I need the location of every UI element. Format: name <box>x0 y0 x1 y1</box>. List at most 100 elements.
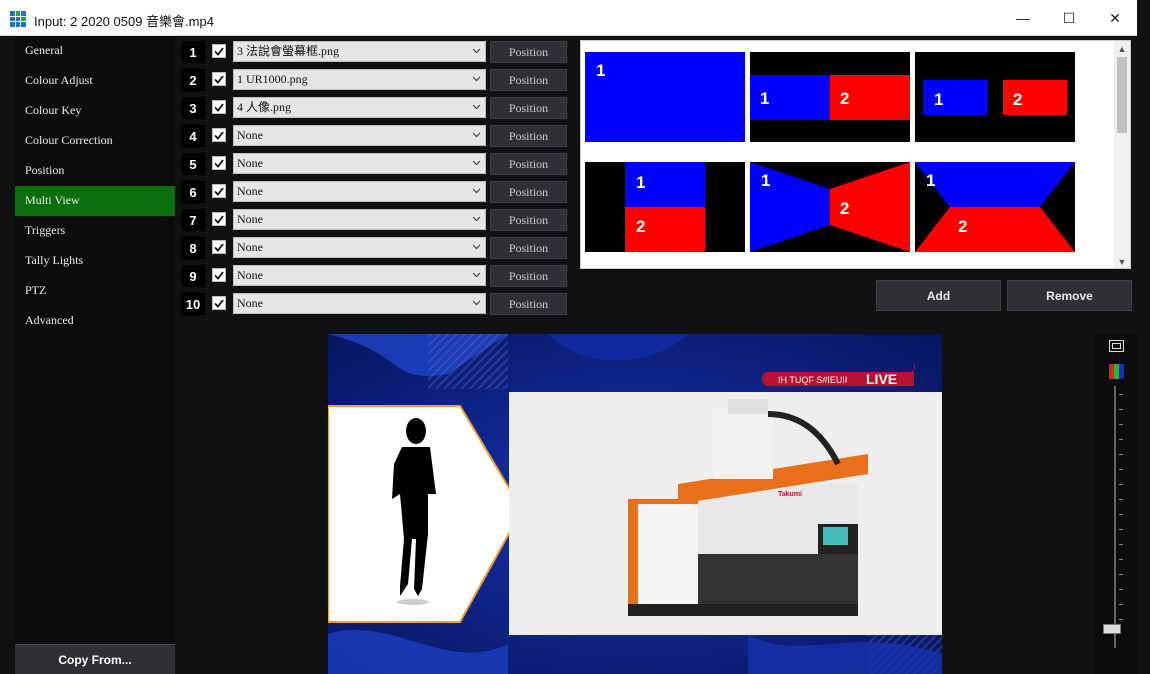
position-button[interactable]: Position <box>490 209 567 231</box>
enable-checkbox[interactable] <box>212 268 226 282</box>
enable-checkbox[interactable] <box>212 72 226 86</box>
title-bar: Input: 2 2020 0509 音樂會.mp4 — ☐ ✕ <box>0 0 1137 36</box>
input-select[interactable]: None <box>233 293 486 314</box>
banner-text: IH TUQF S#IEUII <box>778 375 847 385</box>
machine-brand: Takumi <box>778 491 802 498</box>
settings-sidebar: General Colour Adjust Colour Key Colour … <box>15 36 175 674</box>
sidebar-item-multi-view[interactable]: Multi View <box>15 186 175 216</box>
chevron-down-icon <box>472 188 481 194</box>
sidebar-item-tally-lights[interactable]: Tally Lights <box>15 246 175 276</box>
chevron-down-icon <box>472 160 481 166</box>
input-select[interactable]: 3 法說會螢幕框.png <box>233 41 486 62</box>
layout-thumb-3[interactable]: 1 2 <box>915 52 1075 142</box>
input-select-value: None <box>237 212 263 226</box>
layouts-scrollbar[interactable]: ▲ ▼ <box>1114 41 1130 268</box>
scrollbar-thumb[interactable] <box>1117 57 1127 133</box>
volume-slider-track[interactable] <box>1114 386 1116 648</box>
row-number: 10 <box>181 293 205 315</box>
position-button[interactable]: Position <box>490 181 567 203</box>
check-icon <box>214 214 224 224</box>
row-number: 7 <box>181 209 205 231</box>
check-icon <box>214 270 224 280</box>
enable-checkbox[interactable] <box>212 212 226 226</box>
layout-thumb-5[interactable]: 1 2 <box>750 162 910 252</box>
input-select[interactable]: None <box>233 153 486 174</box>
add-button[interactable]: Add <box>876 280 1001 311</box>
slider-tick <box>1119 424 1123 425</box>
row-number: 8 <box>181 237 205 259</box>
slider-tick <box>1119 574 1123 575</box>
input-select[interactable]: 4 人像.png <box>233 97 486 118</box>
row-number: 9 <box>181 265 205 287</box>
sidebar-item-triggers[interactable]: Triggers <box>15 216 175 246</box>
sidebar-item-colour-adjust[interactable]: Colour Adjust <box>15 66 175 96</box>
maximize-button[interactable]: ☐ <box>1046 0 1092 36</box>
position-button[interactable]: Position <box>490 125 567 147</box>
row-number: 6 <box>181 181 205 203</box>
sidebar-item-colour-correction[interactable]: Colour Correction <box>15 126 175 156</box>
sidebar-item-position[interactable]: Position <box>15 156 175 186</box>
position-button[interactable]: Position <box>490 153 567 175</box>
slider-tick <box>1119 529 1123 530</box>
sidebar-item-ptz[interactable]: PTZ <box>15 276 175 306</box>
position-button[interactable]: Position <box>490 265 567 287</box>
close-button[interactable]: ✕ <box>1092 0 1138 36</box>
input-select-value: 4 人像.png <box>237 100 292 114</box>
enable-checkbox[interactable] <box>212 296 226 310</box>
position-button[interactable]: Position <box>490 41 567 63</box>
fit-screen-icon[interactable] <box>1109 340 1124 352</box>
input-select[interactable]: None <box>233 125 486 146</box>
enable-checkbox[interactable] <box>212 100 226 114</box>
input-select[interactable]: None <box>233 237 486 258</box>
position-button[interactable]: Position <box>490 97 567 119</box>
copy-from-button[interactable]: Copy From... <box>15 644 175 674</box>
input-row: 6 None Position <box>181 180 567 203</box>
input-select[interactable]: None <box>233 181 486 202</box>
slider-tick <box>1119 559 1123 560</box>
layer-label: 1 <box>926 171 935 190</box>
input-select[interactable]: None <box>233 265 486 286</box>
row-number: 3 <box>181 97 205 119</box>
position-button[interactable]: Position <box>490 293 567 315</box>
enable-checkbox[interactable] <box>212 156 226 170</box>
slider-tick <box>1119 409 1123 410</box>
layout-thumb-4[interactable]: 1 2 <box>585 162 745 252</box>
slider-tick <box>1119 544 1123 545</box>
layout-thumb-graphic: 1 2 <box>750 162 910 252</box>
layer-label: 1 <box>760 89 769 108</box>
layout-thumb-2[interactable]: 1 2 <box>750 52 910 142</box>
input-select[interactable]: 1 UR1000.png <box>233 69 486 90</box>
sidebar-item-colour-key[interactable]: Colour Key <box>15 96 175 126</box>
layout-thumb-graphic: 1 2 <box>915 52 1075 142</box>
color-bars-icon[interactable] <box>1109 364 1124 379</box>
layout-thumb-1[interactable]: 1 <box>585 52 745 142</box>
position-button[interactable]: Position <box>490 237 567 259</box>
input-select-value: None <box>237 296 263 310</box>
input-row: 5 None Position <box>181 152 567 175</box>
enable-checkbox[interactable] <box>212 240 226 254</box>
layer-label: 1 <box>636 173 645 192</box>
chevron-down-icon <box>472 216 481 222</box>
enable-checkbox[interactable] <box>212 184 226 198</box>
position-button[interactable]: Position <box>490 69 567 91</box>
slider-tick <box>1119 484 1123 485</box>
scroll-down-icon[interactable]: ▼ <box>1114 254 1130 268</box>
input-select-value: None <box>237 268 263 282</box>
layer-label: 1 <box>596 61 605 80</box>
minimize-button[interactable]: — <box>1000 0 1046 36</box>
sidebar-item-advanced[interactable]: Advanced <box>15 306 175 336</box>
input-select[interactable]: None <box>233 209 486 230</box>
sidebar-item-general[interactable]: General <box>15 36 175 66</box>
layout-thumb-6[interactable]: 1 2 <box>915 162 1075 252</box>
enable-checkbox[interactable] <box>212 128 226 142</box>
volume-slider-handle[interactable] <box>1103 624 1121 634</box>
check-icon <box>214 242 224 252</box>
input-select-value: None <box>237 184 263 198</box>
layout-thumb-graphic: 1 <box>585 52 745 142</box>
remove-button[interactable]: Remove <box>1007 280 1132 311</box>
input-select-value: None <box>237 128 263 142</box>
scroll-up-icon[interactable]: ▲ <box>1114 41 1130 57</box>
check-icon <box>214 46 224 56</box>
enable-checkbox[interactable] <box>212 44 226 58</box>
check-icon <box>214 74 224 84</box>
